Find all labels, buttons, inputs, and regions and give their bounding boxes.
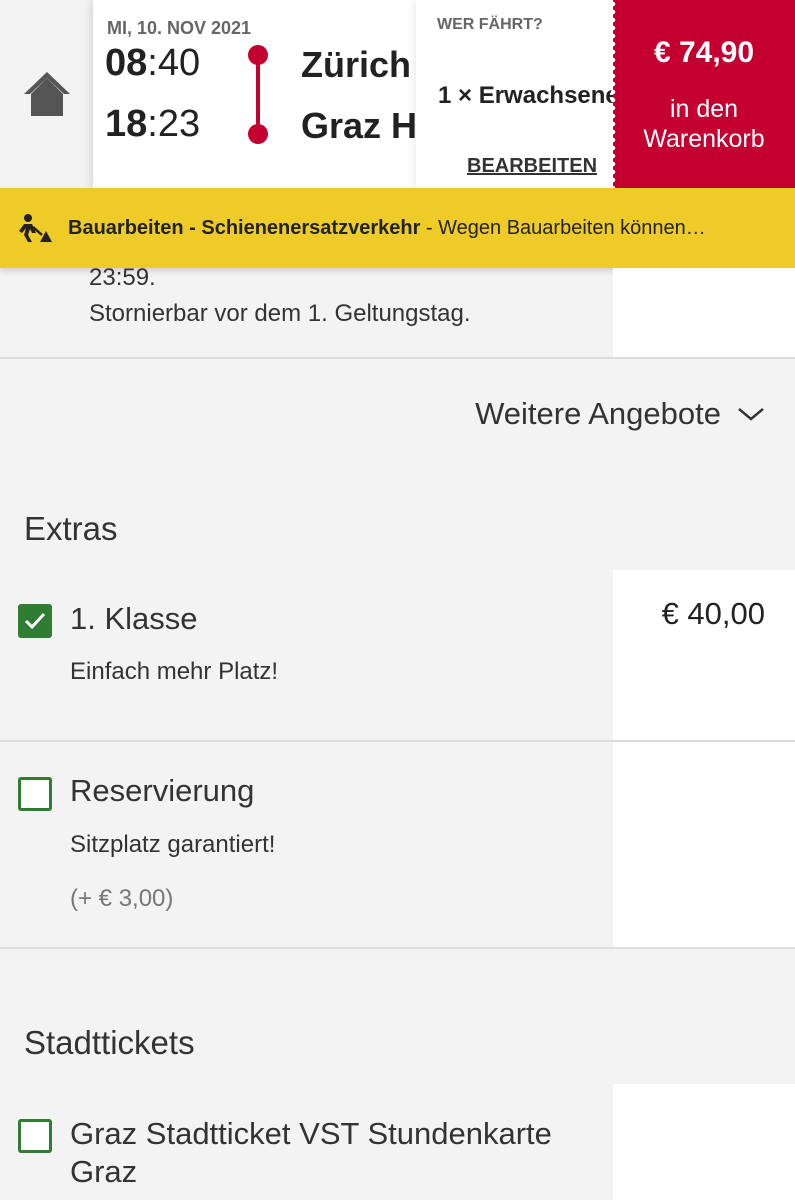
extra-price-column (613, 742, 795, 947)
offer-content: 23:59. Stornierbar vor dem 1. Geltungsta… (0, 264, 795, 1200)
notice-text: Bauarbeiten - Schienenersatzverkehr - We… (68, 217, 778, 240)
trip-summary-card[interactable]: MI, 10. NOV 2021 08:40 18:23 Zürich HB G… (93, 0, 416, 188)
arrival-time: 18:23 (105, 103, 201, 145)
previous-offer-conditions: 23:59. Stornierbar vor dem 1. Geltungsta… (89, 260, 471, 332)
departure-station: Zürich HB (301, 44, 416, 85)
cart-label: in den Warenkorb (643, 95, 765, 153)
route-end-dot (248, 124, 268, 144)
passengers-value: 1 × Erwachsener (438, 82, 613, 109)
divider (0, 947, 795, 949)
passenger-card: WER FÄHRT? 1 × Erwachsener BEARBEITEN (416, 0, 613, 188)
home-button[interactable] (0, 0, 93, 188)
reservation-checkbox[interactable] (18, 777, 52, 811)
more-offers-toggle[interactable]: Weitere Angebote (475, 396, 765, 432)
divider (0, 357, 795, 359)
add-to-cart-button[interactable]: € 74,90 in den Warenkorb (609, 0, 795, 188)
first-class-subtitle: Einfach mehr Platz! (70, 658, 279, 685)
first-class-price: € 40,00 (661, 596, 765, 631)
construction-notice-banner[interactable]: Bauarbeiten - Schienenersatzverkehr - We… (0, 188, 795, 268)
cart-price: € 74,90 (653, 36, 755, 69)
notice-body: - Wegen Bauarbeiten können… (420, 216, 706, 239)
first-class-label[interactable]: 1. Klasse (70, 601, 198, 637)
city-ticket-price-column (613, 1084, 795, 1200)
home-icon (23, 72, 70, 116)
chevron-down-icon (738, 408, 764, 421)
extras-heading: Extras (24, 510, 118, 547)
city-ticket-checkbox[interactable] (18, 1119, 52, 1153)
notice-title: Bauarbeiten - Schienenersatzverkehr (68, 216, 421, 239)
previous-offer-price-column (613, 268, 795, 357)
travel-date: MI, 10. NOV 2021 (107, 18, 252, 38)
first-class-checkbox[interactable] (18, 604, 52, 638)
cancellation-condition: Stornierbar vor dem 1. Geltungstag. (89, 300, 471, 327)
passengers-label: WER FÄHRT? (437, 16, 543, 33)
route-line (256, 55, 260, 133)
reservation-subtitle: Sitzplatz garantiert! (70, 831, 276, 858)
reservation-price-surcharge: (+ € 3,00) (70, 885, 174, 912)
journey-header: MI, 10. NOV 2021 08:40 18:23 Zürich HB G… (0, 0, 795, 188)
departure-time: 08:40 (105, 42, 201, 84)
checkmark-icon (24, 612, 46, 630)
reservation-label[interactable]: Reservierung (70, 773, 254, 809)
edit-passengers-link[interactable]: BEARBEITEN (467, 155, 597, 178)
previous-offer-line: 23:59. (89, 264, 156, 291)
route-start-dot (248, 45, 268, 65)
city-tickets-heading: Stadttickets (24, 1024, 195, 1061)
more-offers-label: Weitere Angebote (475, 396, 721, 431)
construction-worker-icon (19, 214, 52, 242)
arrival-station: Graz Hbf (301, 105, 416, 146)
city-ticket-label[interactable]: Graz Stadtticket VST Stundenkarte Graz (70, 1115, 590, 1191)
